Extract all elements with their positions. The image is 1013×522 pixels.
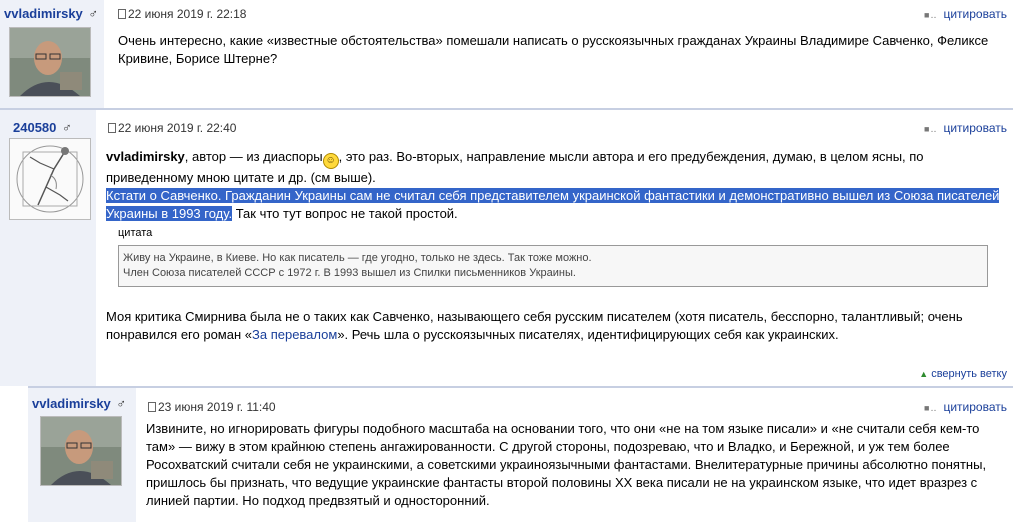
post-body: 22 июня 2019 г. 22:18 ■‥ цитировать Очень… — [108, 0, 1013, 108]
expand-icon[interactable]: ■‥ — [924, 124, 937, 134]
post-text-paragraph: Моя критика Смирнива была не о таких как… — [106, 308, 1001, 344]
post-body: 22 июня 2019 г. 22:40 ■‥ цитировать vvlad… — [98, 110, 1013, 386]
post-text: Очень интересно, какие «известные обстоя… — [118, 33, 989, 66]
author-name-link[interactable]: 240580 — [13, 120, 56, 135]
reply-to-author[interactable]: vvladimirsky — [106, 149, 185, 164]
post-meta: 22 июня 2019 г. 22:40 — [108, 121, 236, 135]
collapse-thread-button[interactable]: ▲ свернуть ветку — [919, 368, 1007, 380]
avatar-drawing — [10, 139, 90, 219]
collapse-label[interactable]: свернуть ветку — [931, 368, 1007, 380]
post-date: 22 июня 2019 г. 22:18 — [128, 7, 247, 21]
author-panel: 240580 ♂ — [0, 110, 96, 386]
expand-icon[interactable]: ■‥ — [924, 10, 937, 20]
book-link[interactable]: За перевалом — [252, 327, 337, 342]
quote-content: Живу на Украине, в Киеве. Но как писател… — [118, 245, 988, 287]
post-meta: 23 июня 2019 г. 11:40 — [148, 400, 276, 414]
document-icon — [108, 123, 116, 133]
post-text: Извините, но игнорировать фигуры подобно… — [146, 421, 987, 508]
post-actions: ■‥ цитировать — [924, 7, 1007, 21]
comment-post: vvladimirsky ♂ 22 июня 2019 г. 22:18 ■‥ ц… — [0, 0, 1013, 108]
text-segment: Так что тут вопрос не такой простой. — [232, 206, 458, 221]
quote-title: цитата — [118, 227, 153, 239]
post-date: 23 июня 2019 г. 11:40 — [158, 400, 276, 414]
author-panel: vvladimirsky ♂ — [0, 0, 104, 108]
male-gender-icon: ♂ — [116, 396, 127, 411]
post-actions: ■‥ цитировать — [924, 121, 1007, 135]
male-gender-icon: ♂ — [88, 6, 99, 21]
document-icon — [118, 9, 126, 19]
quote-button[interactable]: цитировать — [943, 7, 1007, 21]
avatar-photo — [41, 417, 121, 485]
author-name-link[interactable]: vvladimirsky — [4, 6, 83, 21]
comment-post: 240580 ♂ 22 июня 2019 г. 22:40 ■‥ цитиров… — [0, 110, 1013, 386]
text-segment: ». Речь шла о русскоязычных писателях, и… — [337, 327, 839, 342]
quote-block: цитата Живу на Украине, в Киеве. Но как … — [118, 227, 988, 287]
post-actions: ■‥ цитировать — [924, 400, 1007, 414]
quote-button[interactable]: цитировать — [943, 400, 1007, 414]
avatar-photo — [10, 28, 90, 96]
post-text: vvladimirsky, автор — из диаспоры ☺, это … — [106, 148, 1001, 223]
quote-line: Живу на Украине, в Киеве. Но как писател… — [123, 252, 592, 264]
document-icon — [148, 402, 156, 412]
avatar[interactable] — [9, 138, 91, 220]
avatar[interactable] — [40, 416, 122, 486]
author-name-link[interactable]: vvladimirsky — [32, 396, 111, 411]
author-panel: vvladimirsky ♂ — [28, 388, 136, 522]
post-body: 23 июня 2019 г. 11:40 ■‥ цитировать Извин… — [138, 388, 1013, 522]
quote-button[interactable]: цитировать — [943, 121, 1007, 135]
smiley-icon: ☺ — [322, 153, 339, 169]
quote-line: Член Союза писателей СССР с 1972 г. В 19… — [123, 267, 576, 279]
post-date: 22 июня 2019 г. 22:40 — [118, 121, 237, 135]
text-segment: , автор — из диаспоры — [184, 149, 323, 164]
expand-icon[interactable]: ■‥ — [924, 403, 937, 413]
post-meta: 22 июня 2019 г. 22:18 — [118, 7, 246, 21]
triangle-up-icon: ▲ — [919, 369, 929, 379]
male-gender-icon: ♂ — [62, 120, 72, 135]
comment-post: vvladimirsky ♂ 23 июня 2019 г. 11:40 ■‥ ц… — [0, 388, 1013, 522]
avatar[interactable] — [9, 27, 91, 97]
